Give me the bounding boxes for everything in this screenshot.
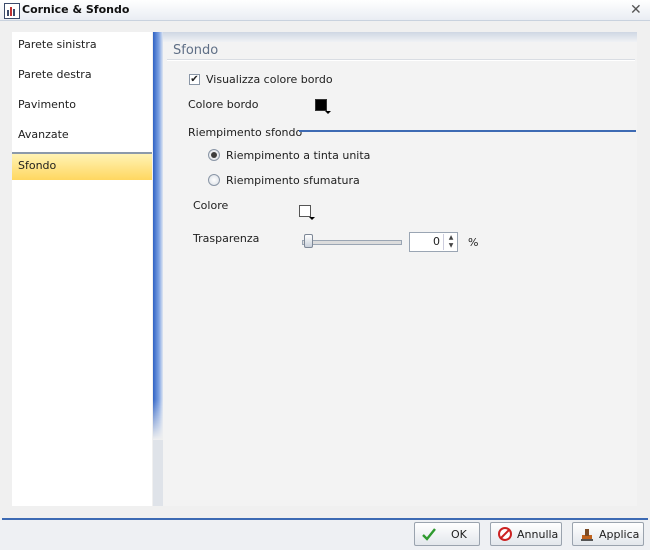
section-divider [167,59,635,61]
apply-label: Applica [599,528,640,541]
chevron-down-icon [325,111,331,114]
chevron-down-icon [309,217,315,220]
section-title: Sfondo [173,43,219,58]
close-icon[interactable]: ✕ [630,2,642,18]
transparency-spinbox[interactable]: 0 ▲ ▼ [409,232,458,252]
window-title: Cornice & Sfondo [22,3,130,16]
solid-fill-radio[interactable] [208,149,220,161]
nav-item-pavimento[interactable]: Pavimento [12,92,152,120]
decorative-strip-lower [153,440,163,506]
border-color-picker[interactable] [315,98,331,114]
app-icon [4,3,20,19]
transparency-unit: % [468,236,479,249]
spin-up-icon[interactable]: ▲ [443,234,458,242]
nav-item-parete-sinistra[interactable]: Parete sinistra [12,32,152,60]
nav-item-sfondo[interactable]: Sfondo [12,152,152,180]
transparency-slider-thumb[interactable] [304,234,313,248]
apply-button[interactable]: Applica [572,522,644,546]
gradient-fill-label: Riempimento sfumatura [226,174,360,187]
cancel-icon [497,526,513,542]
solid-fill-label: Riempimento a tinta unita [226,149,371,162]
check-icon [421,526,437,542]
show-border-color-label: Visualizza colore bordo [206,73,333,86]
decorative-strip [153,32,163,440]
fill-color-picker[interactable] [299,204,315,220]
fill-group-label: Riempimento sfondo [188,126,303,139]
fill-color-swatch [299,205,311,217]
panel-header-band [163,32,637,42]
nav-item-parete-destra[interactable]: Parete destra [12,62,152,90]
transparency-value[interactable]: 0 [410,235,440,248]
nav-item-avanzate[interactable]: Avanzate [12,122,152,150]
ok-label: OK [451,528,467,541]
gradient-fill-radio[interactable] [208,174,220,186]
show-border-color-checkbox[interactable]: ✔ [189,74,200,85]
border-color-swatch [315,99,327,111]
cancel-label: Annulla [517,528,559,541]
cancel-button[interactable]: Annulla [490,522,562,546]
transparency-slider-track[interactable] [302,240,402,245]
color-label: Colore [193,199,229,212]
fill-group-rule [299,130,636,132]
category-nav: Parete sinistra Parete destra Pavimento … [12,32,152,506]
spin-down-icon[interactable]: ▼ [443,242,458,250]
transparency-label: Trasparenza [193,232,260,245]
apply-icon [579,526,595,542]
border-color-label: Colore bordo [188,98,259,111]
ok-button[interactable]: OK [414,522,480,546]
